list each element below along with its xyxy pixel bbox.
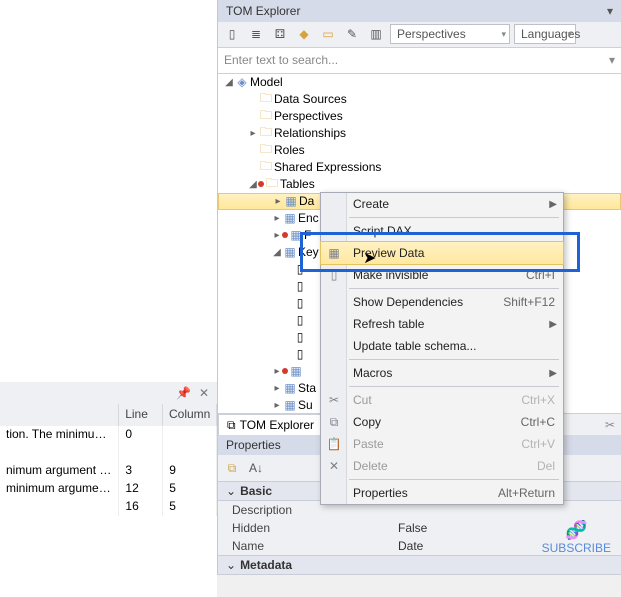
tree-folder[interactable]: Tables (280, 177, 315, 191)
table-icon: ▦ (282, 211, 298, 225)
column-icon: ▯ (292, 262, 308, 276)
ctx-update-schema[interactable]: Update table schema... (321, 335, 563, 357)
grid-header: Line Column (0, 404, 217, 426)
perspectives-select[interactable]: Perspectives (390, 24, 510, 44)
ctx-create[interactable]: Create▶ (321, 193, 563, 215)
tb-icon-2[interactable]: ≣ (246, 24, 266, 44)
model-icon: ◈ (234, 75, 250, 89)
ctx-show-dependencies[interactable]: Show DependenciesShift+F12 (321, 291, 563, 313)
tb-icon-cube[interactable]: ◆ (294, 24, 314, 44)
tree-table[interactable]: Key (298, 245, 319, 259)
col-message[interactable] (0, 404, 119, 426)
tab-icon: ⧉ (227, 418, 236, 433)
tree-root[interactable]: Model (250, 75, 283, 89)
submenu-arrow-icon: ▶ (549, 199, 557, 210)
tree-folder[interactable]: Roles (274, 143, 305, 157)
search-input[interactable]: Enter text to search... ▾ (218, 48, 621, 74)
props-cat-icon[interactable]: ⧉ (222, 458, 242, 478)
table-icon: ▦ (326, 246, 342, 260)
panel-title: TOM Explorer ▾ (218, 0, 621, 22)
tb-icon-hierarchy[interactable]: ⚃ (270, 24, 290, 44)
tb-icon-columns[interactable]: ▥ (366, 24, 386, 44)
grid-row[interactable]: 165 (0, 498, 217, 516)
toolbar: ▯ ≣ ⚃ ◆ ▭ ✎ ▥ Perspectives Languages (218, 22, 621, 48)
dropdown-icon[interactable]: ▾ (607, 4, 613, 18)
ctx-paste: 📋PasteCtrl+V (321, 433, 563, 455)
submenu-arrow-icon: ▶ (549, 319, 557, 330)
col-line[interactable]: Line (119, 404, 163, 426)
column-icon: ▯ (292, 296, 308, 310)
ctx-cut: ✂CutCtrl+X (321, 389, 563, 411)
submenu-arrow-icon: ▶ (549, 368, 557, 379)
tree-table[interactable]: Sta (298, 381, 316, 395)
left-panel-header: 📌 ✕ (0, 382, 217, 404)
subscribe-watermark: 🧬 SUBSCRIBE (542, 520, 611, 555)
tab-tom-explorer[interactable]: ⧉ TOM Explorer (218, 414, 323, 436)
column-icon: ▯ (292, 313, 308, 327)
chevron-down-icon: ⌄ (226, 558, 236, 572)
tb-icon-1[interactable]: ▯ (222, 24, 242, 44)
tb-icon-edit[interactable]: ✎ (342, 24, 362, 44)
ctx-script-dax[interactable]: Script DAX (321, 220, 563, 242)
table-icon: ▦ (288, 364, 304, 378)
scissors-icon[interactable]: ✂ (605, 418, 621, 432)
tree-folder[interactable]: Perspectives (274, 109, 343, 123)
column-icon: ▯ (292, 330, 308, 344)
props-category[interactable]: ⌄Metadata (218, 555, 621, 575)
tree-table[interactable]: Enc (298, 211, 319, 225)
table-icon: ▦ (282, 245, 298, 259)
left-panel: 📌 ✕ Line Column tion. The minimum...0 ni… (0, 0, 218, 575)
table-icon: ▦ (282, 381, 298, 395)
paste-icon: 📋 (326, 437, 342, 451)
column-icon: ▯ (292, 279, 308, 293)
column-icon: ▯ (292, 347, 308, 361)
hidden-icon: ▯ (326, 268, 342, 282)
ctx-properties[interactable]: PropertiesAlt+Return (321, 482, 563, 504)
ctx-copy[interactable]: ⧉CopyCtrl+C (321, 411, 563, 433)
languages-select[interactable]: Languages (514, 24, 576, 44)
copy-icon: ⧉ (326, 415, 342, 430)
props-sort-icon[interactable]: A↓ (246, 458, 266, 478)
grid-row[interactable]: minimum argument c...125 (0, 480, 217, 498)
delete-icon: ✕ (326, 459, 342, 473)
tree-folder[interactable]: Relationships (274, 126, 346, 140)
col-column[interactable]: Column (163, 404, 217, 426)
cut-icon: ✂ (326, 393, 342, 407)
ctx-delete: ✕DeleteDel (321, 455, 563, 477)
tree-folder[interactable]: Shared Expressions (274, 160, 381, 174)
dna-icon: 🧬 (542, 520, 611, 541)
table-icon: ▦ (288, 228, 304, 242)
tree-folder[interactable]: Data Sources (274, 92, 347, 106)
tree-table[interactable]: F (304, 228, 311, 242)
grid-row[interactable] (0, 444, 217, 462)
context-menu: Create▶ Script DAX ▦Preview Data ▯Make i… (320, 192, 564, 505)
tree-table[interactable]: Su (298, 398, 313, 412)
chevron-down-icon: ⌄ (226, 484, 236, 498)
ctx-make-invisible[interactable]: ▯Make invisibleCtrl+I (321, 264, 563, 286)
ctx-macros[interactable]: Macros▶ (321, 362, 563, 384)
ctx-preview-data[interactable]: ▦Preview Data (321, 242, 563, 264)
close-icon[interactable]: ✕ (199, 386, 209, 400)
search-dropdown-icon[interactable]: ▾ (609, 53, 615, 67)
table-icon: ▦ (282, 398, 298, 412)
tb-icon-folder[interactable]: ▭ (318, 24, 338, 44)
ctx-refresh-table[interactable]: Refresh table▶ (321, 313, 563, 335)
pin-icon[interactable]: 📌 (176, 386, 191, 400)
grid-row[interactable]: tion. The minimum...0 (0, 426, 217, 444)
table-icon: ▦ (283, 194, 299, 208)
grid-row[interactable]: nimum argument c...39 (0, 462, 217, 480)
folder-icon: 🗀 (264, 174, 280, 195)
